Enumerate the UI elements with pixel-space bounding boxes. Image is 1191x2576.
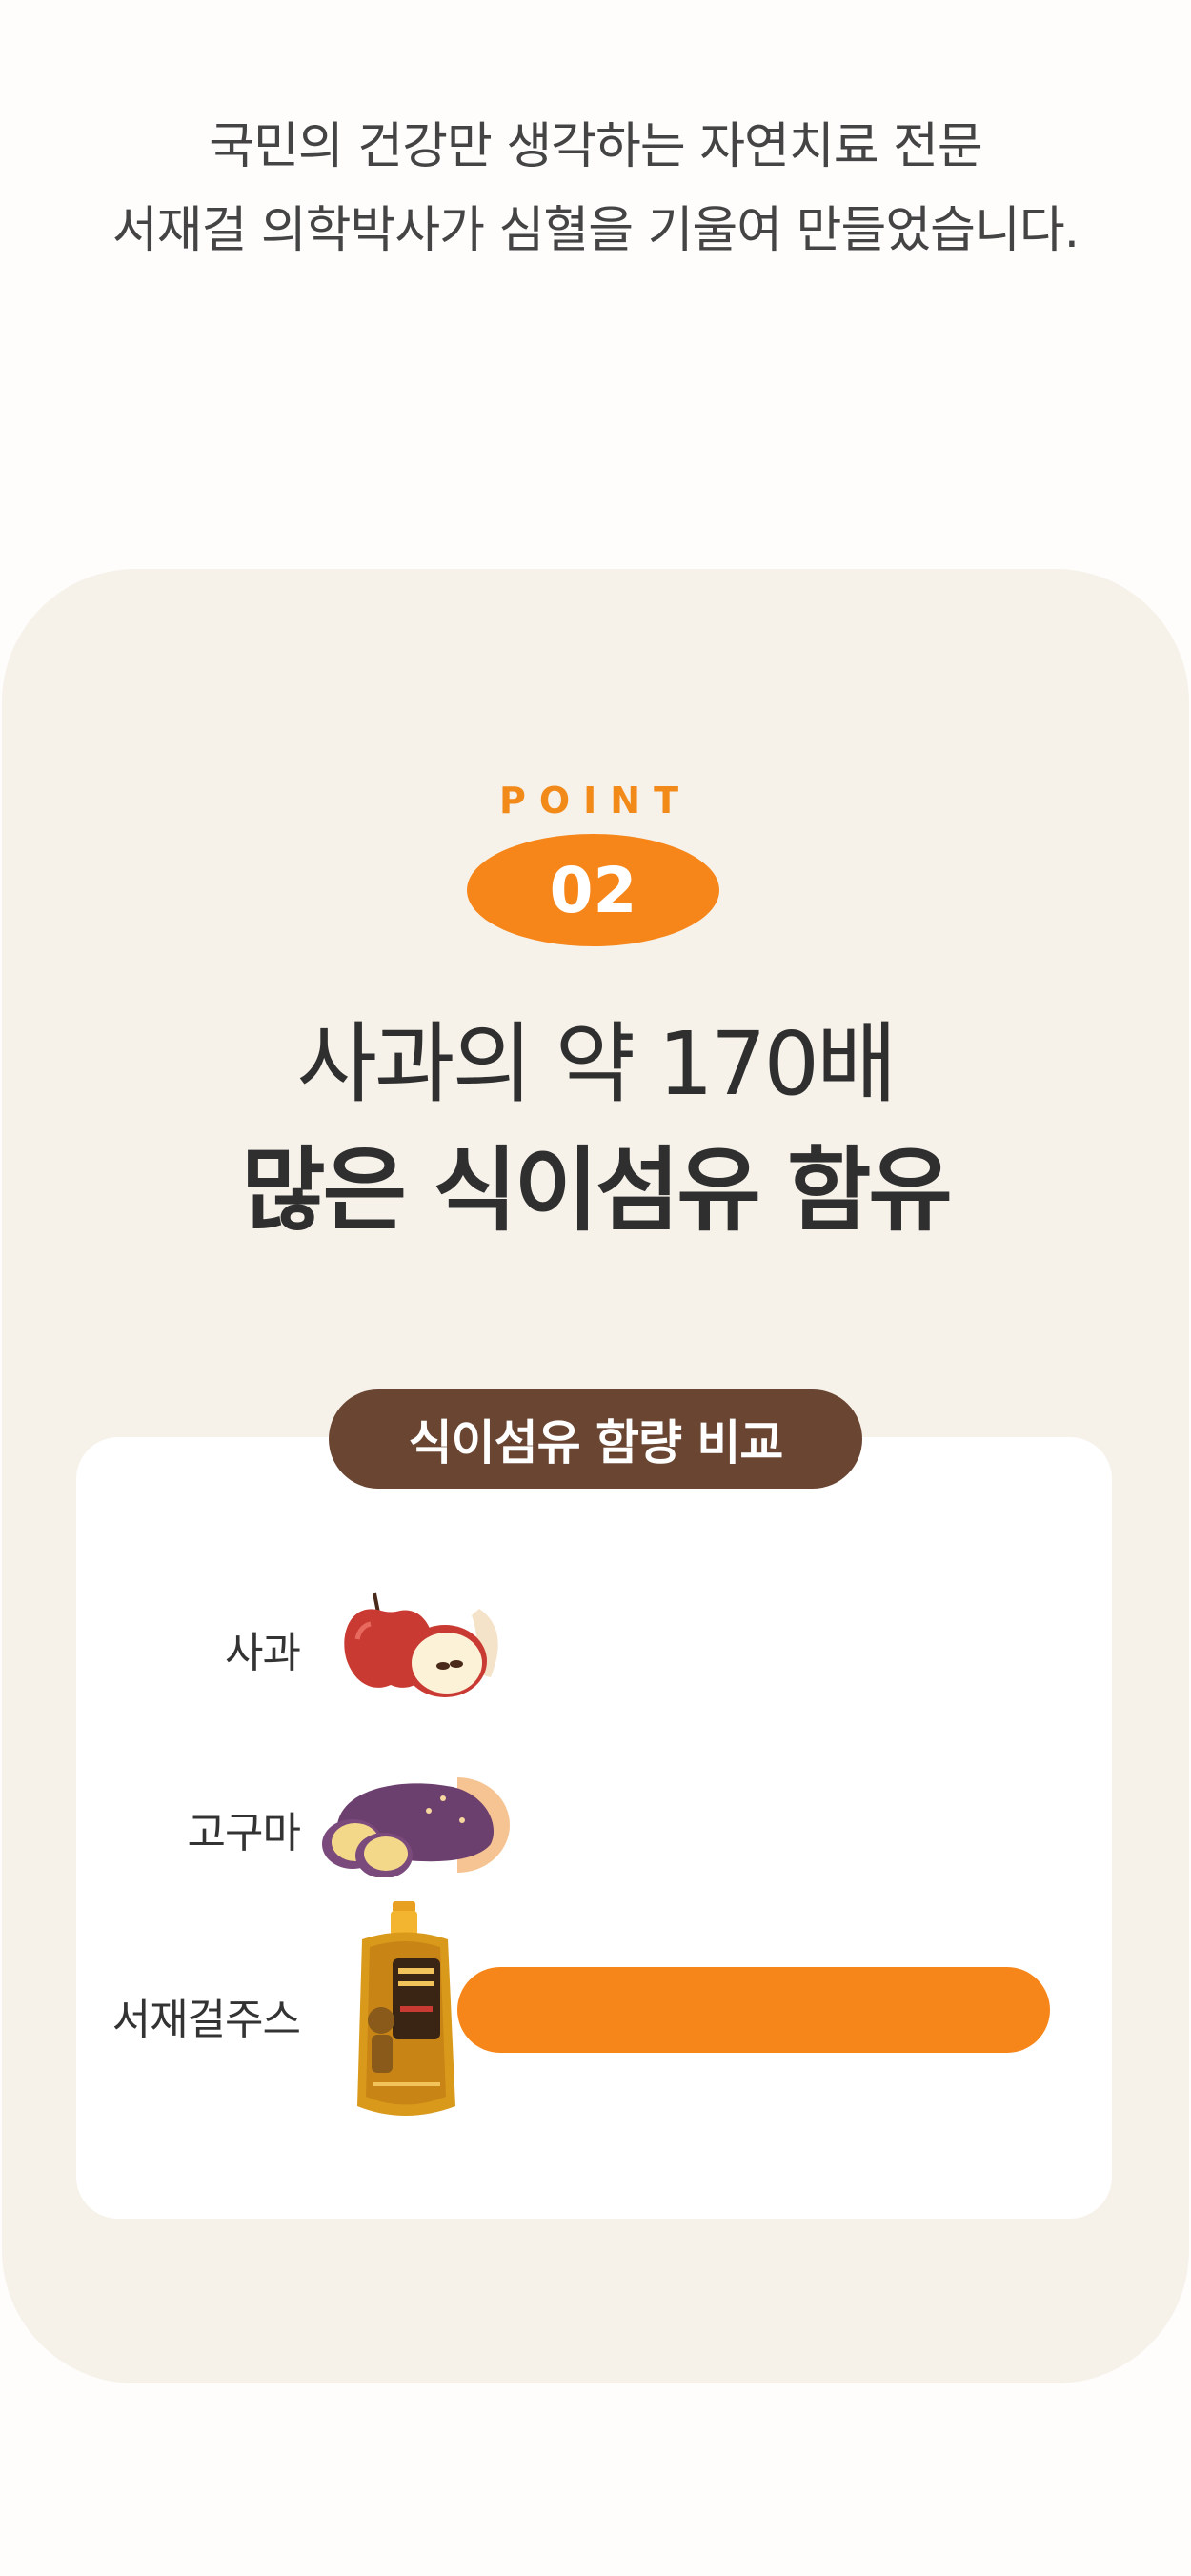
intro-text: 국민의 건강만 생각하는 자연치료 전문 서재걸 의학박사가 심혈을 기울여 만… bbox=[0, 105, 1191, 273]
chart-title: 식이섬유 함량 비교 bbox=[329, 1389, 862, 1489]
apple-icon bbox=[344, 1592, 498, 1697]
category-label-sweet-potato: 고구마 bbox=[187, 1809, 301, 1857]
bar-juice bbox=[457, 1967, 1050, 2053]
headline-line-2: 많은 식이섬유 함유 bbox=[241, 1137, 952, 1244]
headline: 사과의 약 170배 많은 식이섬유 함유 bbox=[0, 1003, 1191, 1255]
point-number-badge: 02 bbox=[467, 834, 719, 946]
point-label-text: POINT bbox=[498, 780, 693, 821]
juice-pouch-icon bbox=[357, 1901, 455, 2116]
sweet-potato-icon bbox=[322, 1777, 510, 1877]
category-label-apple: 사과 bbox=[225, 1629, 301, 1677]
intro-line-1: 국민의 건강만 생각하는 자연치료 전문 bbox=[209, 118, 983, 175]
category-label-juice: 서재걸주스 bbox=[111, 1996, 301, 2044]
point-label: POINT bbox=[0, 780, 1191, 821]
headline-line-1: 사과의 약 170배 bbox=[296, 1013, 897, 1115]
intro-line-2: 서재걸 의학박사가 심혈을 기울여 만들었습니다. bbox=[111, 202, 1080, 259]
